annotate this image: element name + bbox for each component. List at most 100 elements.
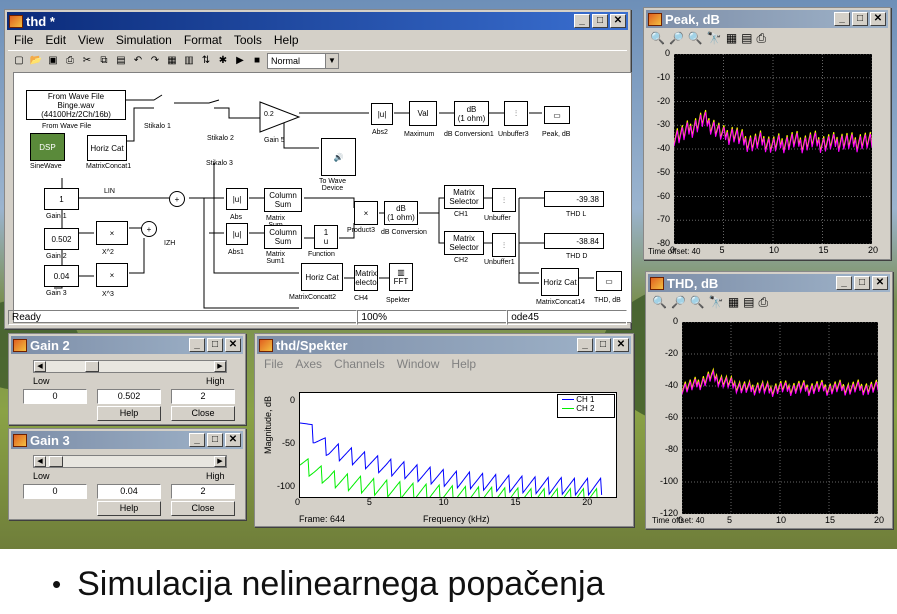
close-button[interactable]: ✕ xyxy=(872,276,888,290)
db-conversion1-block[interactable]: dB (1 ohm) xyxy=(454,101,489,126)
maximize-button[interactable]: □ xyxy=(592,14,608,28)
matrix-concat14-block[interactable]: Horiz Cat xyxy=(541,268,579,296)
thd-d-display[interactable]: -38.84 xyxy=(544,233,604,249)
matrix-sum-block[interactable]: Column Sum xyxy=(264,188,302,212)
to-wave-device-block[interactable]: 🔊 xyxy=(321,138,356,176)
gain3-slider[interactable]: ◀ ▶ xyxy=(33,455,227,468)
menu-window[interactable]: Window xyxy=(397,357,440,371)
parameters-icon[interactable]: ▤ xyxy=(743,295,754,310)
low-value-field[interactable]: 0 xyxy=(23,484,87,499)
close-button[interactable]: ✕ xyxy=(870,12,886,26)
gain-value-field[interactable]: 0.04 xyxy=(97,484,161,499)
minimize-button[interactable]: _ xyxy=(836,276,852,290)
abs2-block[interactable]: |u| xyxy=(371,103,393,125)
slider-thumb[interactable] xyxy=(49,456,64,467)
x3-product-block[interactable]: × xyxy=(96,263,128,287)
matrix-electo-block[interactable]: Matrix electo xyxy=(354,265,378,291)
autoscale-icon[interactable]: 🔭 xyxy=(709,295,724,310)
copy-icon[interactable]: ⧉ xyxy=(97,54,111,68)
model-browser-icon[interactable]: ▥ xyxy=(182,54,196,68)
menu-help[interactable]: Help xyxy=(451,357,476,371)
minimize-button[interactable]: _ xyxy=(577,338,593,352)
help-button[interactable]: Help xyxy=(97,406,161,421)
gain2-block[interactable]: 0.502 xyxy=(44,228,79,250)
matrix-selector-ch1[interactable]: Matrix Selector xyxy=(444,185,484,209)
menu-file[interactable]: File xyxy=(264,357,283,371)
product3-block[interactable]: × xyxy=(354,201,378,225)
unbuffer3-block[interactable]: ⫶ xyxy=(504,101,528,126)
low-value-field[interactable]: 0 xyxy=(23,389,87,404)
autoscale-icon[interactable]: 🔭 xyxy=(707,31,722,46)
parameters-icon[interactable]: ▤ xyxy=(741,31,752,46)
gain1-block[interactable]: 1 xyxy=(44,188,79,210)
debug-icon[interactable]: ✱ xyxy=(216,54,230,68)
minimize-button[interactable]: _ xyxy=(189,338,205,352)
close-button[interactable]: ✕ xyxy=(225,433,241,447)
thd-l-display[interactable]: -39.38 xyxy=(544,191,604,207)
save-icon[interactable]: ▣ xyxy=(46,54,60,68)
matrix-sum1-block[interactable]: Column Sum xyxy=(264,225,302,249)
menu-axes[interactable]: Axes xyxy=(295,357,322,371)
paste-icon[interactable]: ▤ xyxy=(114,54,128,68)
menu-view[interactable]: View xyxy=(78,33,104,47)
close-button[interactable]: ✕ xyxy=(225,338,241,352)
maximize-button[interactable]: □ xyxy=(854,276,870,290)
help-button[interactable]: Help xyxy=(97,501,161,516)
minimize-button[interactable]: _ xyxy=(189,433,205,447)
db-conversion-block[interactable]: dB (1 ohm) xyxy=(384,201,418,225)
menu-edit[interactable]: Edit xyxy=(45,33,66,47)
sum2-block[interactable]: + xyxy=(141,221,157,237)
explorer-icon[interactable]: ⇅ xyxy=(199,54,213,68)
matrix-selector-ch2[interactable]: Matrix Selector xyxy=(444,231,484,255)
cut-icon[interactable]: ✂ xyxy=(80,54,94,68)
fft-spekter-block[interactable]: ▥ FFT xyxy=(389,263,413,291)
zoom-x-icon[interactable]: 🔎 xyxy=(671,295,686,310)
close-button[interactable]: Close xyxy=(171,406,235,421)
close-button[interactable]: ✕ xyxy=(613,338,629,352)
save-axes-icon[interactable]: ▦ xyxy=(726,31,737,46)
title-bar[interactable]: THD, dB _ □ ✕ xyxy=(648,274,890,292)
gain-value-field[interactable]: 0.502 xyxy=(97,389,161,404)
peak-scope-block[interactable]: ▭ xyxy=(544,106,570,124)
menu-format[interactable]: Format xyxy=(184,33,222,47)
maximize-button[interactable]: □ xyxy=(852,12,868,26)
thd-scope-block[interactable]: ▭ xyxy=(596,271,622,291)
close-button[interactable]: ✕ xyxy=(610,14,626,28)
menu-simulation[interactable]: Simulation xyxy=(116,33,172,47)
from-wave-file-block[interactable]: From Wave File Binge.wav (44100Hz/2Ch/16… xyxy=(26,90,126,120)
print-icon[interactable]: ⎙ xyxy=(63,54,77,68)
zoom-y-icon[interactable]: 🔍 xyxy=(688,31,703,46)
function-block[interactable]: 1u xyxy=(314,225,338,249)
new-icon[interactable]: ▢ xyxy=(12,54,26,68)
abs-block[interactable]: |u| xyxy=(226,188,248,210)
abs1-block[interactable]: |u| xyxy=(226,223,248,245)
matrix-concat1-block[interactable]: Horiz Cat xyxy=(87,135,127,161)
minimize-button[interactable]: _ xyxy=(834,12,850,26)
title-bar[interactable]: Gain 2 _ □ ✕ xyxy=(11,336,243,354)
slider-left-arrow-icon[interactable]: ◀ xyxy=(34,456,46,467)
zoom-x-icon[interactable]: 🔎 xyxy=(669,31,684,46)
slider-thumb[interactable] xyxy=(85,361,100,372)
maximize-button[interactable]: □ xyxy=(207,338,223,352)
maximize-button[interactable]: □ xyxy=(207,433,223,447)
gain3-block[interactable]: 0.04 xyxy=(44,265,79,287)
slider-left-arrow-icon[interactable]: ◀ xyxy=(34,361,46,372)
high-value-field[interactable]: 2 xyxy=(171,389,235,404)
gain2-slider[interactable]: ◀ ▶ xyxy=(33,360,227,373)
zoom-y-icon[interactable]: 🔍 xyxy=(690,295,705,310)
title-bar[interactable]: thd/Spekter _ □ ✕ xyxy=(257,336,631,354)
model-canvas[interactable]: From Wave File Binge.wav (44100Hz/2Ch/16… xyxy=(13,72,632,323)
x2-product-block[interactable]: × xyxy=(96,221,128,245)
library-icon[interactable]: ▦ xyxy=(165,54,179,68)
high-value-field[interactable]: 2 xyxy=(171,484,235,499)
start-simulation-icon[interactable]: ▶ xyxy=(233,54,247,68)
sine-wave-block[interactable]: DSP xyxy=(30,133,65,161)
zoom-in-icon[interactable]: 🔍 xyxy=(652,295,667,310)
sum-block[interactable]: + xyxy=(169,191,185,207)
title-bar[interactable]: Gain 3 _ □ ✕ xyxy=(11,431,243,449)
maximum-block[interactable]: Val xyxy=(409,101,437,126)
title-bar[interactable]: thd * _ □ ✕ xyxy=(7,12,628,30)
title-bar[interactable]: Peak, dB _ □ ✕ xyxy=(646,10,888,28)
zoom-in-icon[interactable]: 🔍 xyxy=(650,31,665,46)
save-axes-icon[interactable]: ▦ xyxy=(728,295,739,310)
